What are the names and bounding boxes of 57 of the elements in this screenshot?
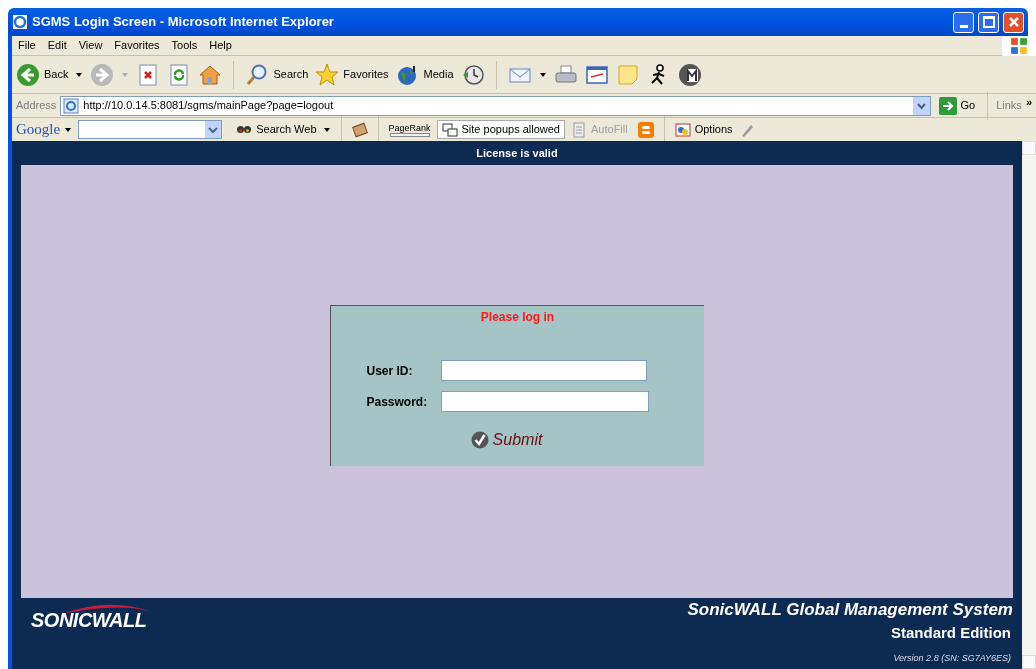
- blogger-icon[interactable]: [637, 121, 654, 138]
- edition-name: Standard Edition: [891, 624, 1011, 642]
- version-text: Version 2.8 (SN: SG7AY6ES): [893, 652, 1011, 664]
- input-field[interactable]: [440, 391, 649, 412]
- windows-stack-icon: [441, 121, 458, 138]
- sonicwall-logo: SONICWALL: [31, 602, 153, 635]
- dropdown-icon[interactable]: [912, 96, 930, 115]
- url-text: http://10.0.14.5:8081/sgms/mainPage?page=logout: [83, 98, 335, 114]
- arrow-right-icon: [938, 96, 957, 115]
- binoculars-icon: [236, 125, 253, 134]
- m-circle-icon[interactable]: [677, 62, 702, 87]
- caret-icon[interactable]: [75, 70, 84, 79]
- license-status: License is valid: [476, 145, 558, 161]
- options-icon: [674, 121, 691, 138]
- scrollbar[interactable]: [1022, 141, 1036, 669]
- chevron-text[interactable]: »: [1025, 94, 1032, 111]
- page-e-icon: [63, 97, 80, 114]
- menu-item[interactable]: Tools: [165, 37, 204, 54]
- address-label: Address: [16, 98, 57, 114]
- search-web-button[interactable]: Search Web: [236, 121, 317, 138]
- go-button[interactable]: Go: [934, 96, 980, 115]
- form-icon: [571, 121, 587, 138]
- menu-item[interactable]: Help: [203, 37, 238, 54]
- minimize-button[interactable]: [953, 11, 974, 33]
- caret-icon[interactable]: [64, 125, 73, 134]
- caret-icon[interactable]: [538, 70, 547, 79]
- google-menu[interactable]: Google: [16, 118, 73, 141]
- menu-item[interactable]: View: [72, 37, 109, 54]
- close-icon: [1007, 16, 1020, 28]
- news-icon[interactable]: [351, 121, 368, 138]
- checkmark-icon: [470, 431, 489, 449]
- google-search-field[interactable]: [78, 120, 223, 139]
- input-field[interactable]: [440, 360, 647, 381]
- toolbar-button[interactable]: Back: [16, 62, 69, 87]
- submit-button[interactable]: Submit: [470, 428, 543, 452]
- maximize-button[interactable]: [978, 11, 999, 33]
- links-label[interactable]: Links: [996, 97, 1022, 114]
- toolbar-button[interactable]: Search: [245, 62, 309, 87]
- login-heading: Please log in: [480, 309, 555, 326]
- menu-item[interactable]: File: [12, 37, 42, 54]
- field-label: User ID:: [366, 362, 414, 380]
- pagerank-label: PageRank: [388, 122, 431, 133]
- menu-item[interactable]: Favorites: [108, 37, 166, 54]
- browser-e-icon: [12, 14, 28, 30]
- address-field[interactable]: http://10.0.14.5:8081/sgms/mainPage?page=logout: [60, 95, 931, 116]
- toolbar-button[interactable]: Favorites: [315, 62, 389, 87]
- star-icon: [315, 62, 340, 87]
- popups-button[interactable]: Site popups allowed: [436, 120, 565, 139]
- product-name: SonicWALL Global Management System: [687, 600, 1013, 620]
- window-title: SGMS Login Screen - Microsoft Internet Explorer: [32, 13, 335, 32]
- toolbar-button[interactable]: Media: [395, 62, 454, 87]
- options-button[interactable]: Options: [674, 121, 733, 138]
- field-label: Password:: [366, 393, 429, 411]
- caret-icon[interactable]: [322, 125, 331, 134]
- dropdown-icon: [205, 121, 222, 138]
- menu-item[interactable]: Edit: [41, 37, 73, 54]
- close-button[interactable]: [1003, 11, 1024, 33]
